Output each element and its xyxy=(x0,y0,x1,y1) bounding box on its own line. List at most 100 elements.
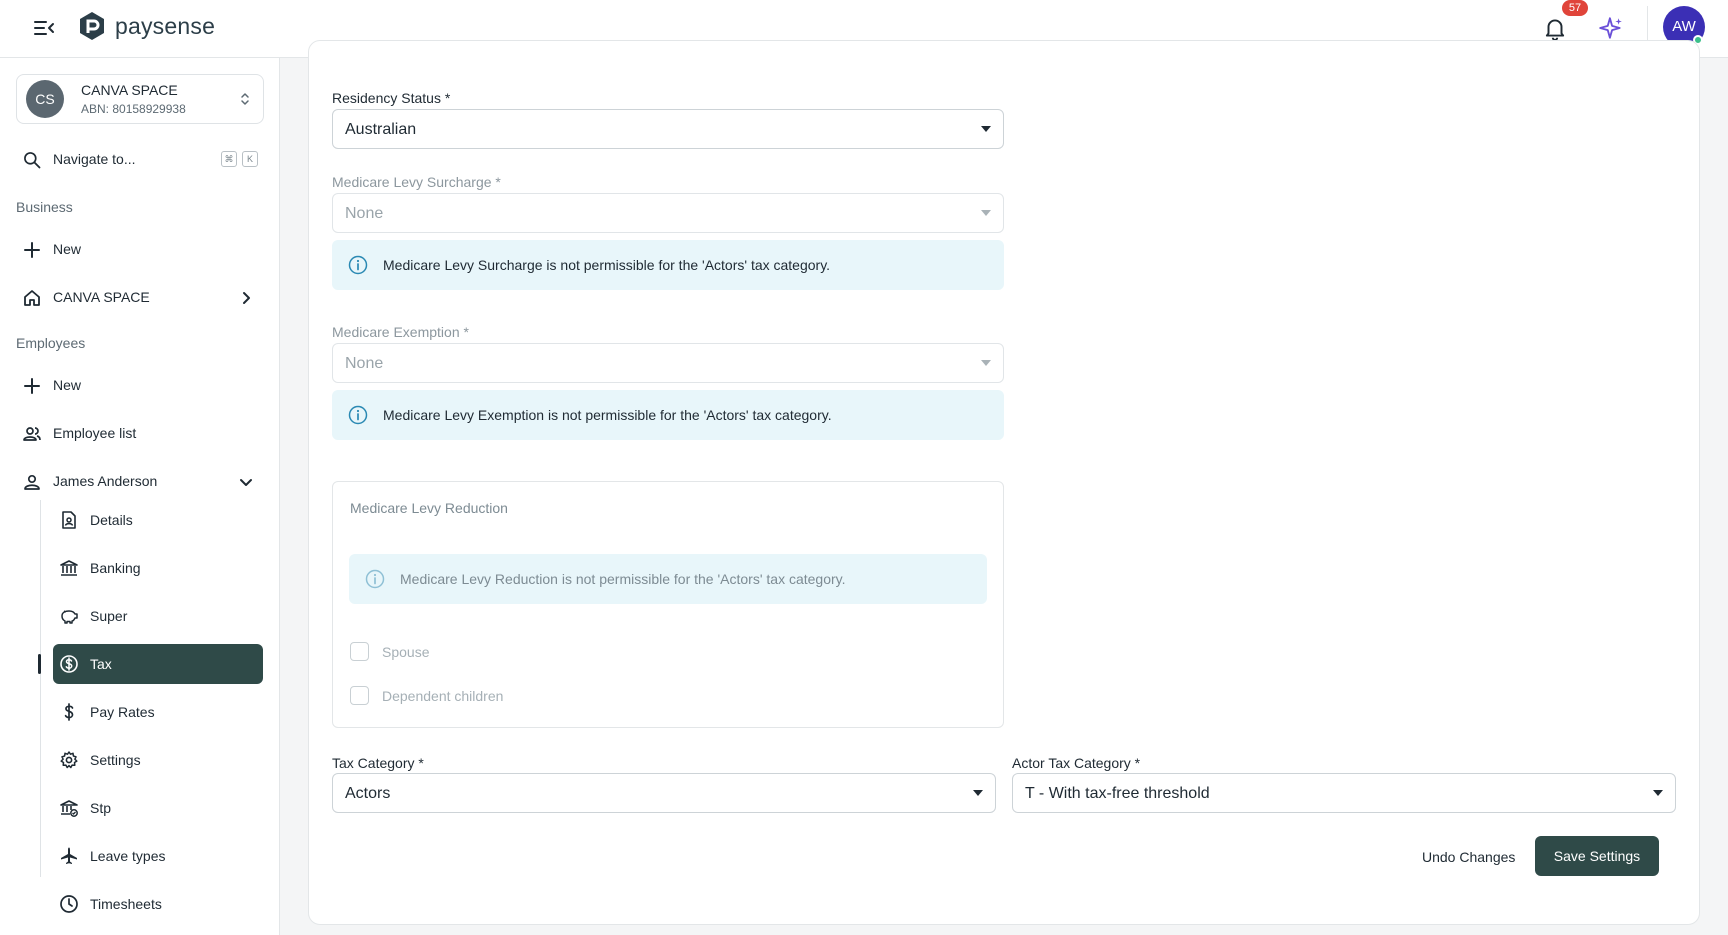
tax-category-value: Actors xyxy=(345,785,391,802)
medicare-surcharge-label: Medicare Levy Surcharge * xyxy=(332,174,501,190)
dependents-checkbox xyxy=(350,686,369,705)
notification-count-badge: 57 xyxy=(1562,0,1588,16)
spouse-checkbox xyxy=(350,642,369,661)
people-icon xyxy=(23,427,41,441)
nav-business-org-label: CANVA SPACE xyxy=(53,289,150,305)
residency-status-label: Residency Status * xyxy=(332,90,451,106)
exemption-info-text: Medicare Levy Exemption is not permissib… xyxy=(383,407,832,423)
paysense-logo-icon xyxy=(80,12,104,40)
surcharge-info-text: Medicare Levy Surcharge is not permissib… xyxy=(383,257,831,273)
bell-icon[interactable] xyxy=(1542,15,1568,41)
ai-sparkle-icon[interactable] xyxy=(1598,15,1624,41)
reduction-info-alert: Medicare Levy Reduction is not permissib… xyxy=(349,554,987,604)
subnav-stp-label: Stp xyxy=(90,800,112,816)
section-employees: Employees xyxy=(16,335,86,351)
caret-down-icon xyxy=(981,360,991,366)
nav-employee-name: James Anderson xyxy=(53,473,158,489)
nav-new-business[interactable]: New xyxy=(22,237,262,263)
subnav-pay-rates-label: Pay Rates xyxy=(90,704,155,720)
dependents-label: Dependent children xyxy=(382,688,504,704)
submenu-active-indicator xyxy=(38,654,41,674)
residency-status-value: Australian xyxy=(345,121,417,138)
caret-down-icon xyxy=(1653,790,1663,796)
document-person-icon xyxy=(62,511,76,529)
home-icon xyxy=(24,290,40,306)
subnav-settings-label: Settings xyxy=(90,752,141,768)
org-switcher[interactable]: CS CANVA SPACE ABN: 80158929938 xyxy=(16,74,264,124)
brand-logo[interactable]: paysense xyxy=(78,11,215,41)
subnav-leave-types[interactable]: Leave types xyxy=(53,836,263,876)
dollar-icon xyxy=(64,703,74,721)
person-icon xyxy=(24,474,40,490)
chevron-right-icon xyxy=(243,292,250,304)
subnav-pay-rates[interactable]: Pay Rates xyxy=(53,692,263,732)
bank-icon xyxy=(60,560,78,576)
caret-down-icon xyxy=(981,210,991,216)
plus-icon xyxy=(24,378,40,394)
residency-status-select[interactable]: Australian xyxy=(332,109,1004,149)
navigate-search-label: Navigate to... xyxy=(53,151,136,167)
nav-new-employee[interactable]: New xyxy=(22,373,262,399)
nav-employee-current[interactable]: James Anderson xyxy=(22,469,262,495)
subnav-banking[interactable]: Banking xyxy=(53,548,263,588)
caret-down-icon xyxy=(981,126,991,132)
nav-new-employee-label: New xyxy=(53,377,82,393)
actor-tax-category-value: T - With tax-free threshold xyxy=(1025,785,1210,802)
nav-employee-list[interactable]: Employee list xyxy=(22,421,262,447)
subnav-stp[interactable]: Stp xyxy=(53,788,263,828)
medicare-surcharge-value: None xyxy=(345,205,384,222)
org-abn: ABN: 80158929938 xyxy=(81,102,186,116)
section-business: Business xyxy=(16,199,73,215)
tax-category-label: Tax Category * xyxy=(332,755,424,771)
brand-name: paysense xyxy=(115,12,216,39)
surcharge-info-alert: Medicare Levy Surcharge is not permissib… xyxy=(332,240,1004,290)
search-icon xyxy=(24,152,41,169)
save-settings-button[interactable]: Save Settings xyxy=(1535,836,1659,876)
medicare-exemption-value: None xyxy=(345,355,384,372)
medicare-levy-reduction-group: Medicare Levy Reduction Medicare Levy Re… xyxy=(332,481,1004,728)
plus-icon xyxy=(24,242,40,258)
subnav-leave-types-label: Leave types xyxy=(90,848,166,864)
bank-check-icon xyxy=(60,800,78,817)
menu-collapse-icon[interactable] xyxy=(32,16,56,40)
subnav-details[interactable]: Details xyxy=(53,500,263,540)
submenu-rail xyxy=(40,500,41,877)
clock-icon xyxy=(60,895,78,913)
tax-category-select[interactable]: Actors xyxy=(332,773,996,813)
subnav-super[interactable]: Super xyxy=(53,596,263,636)
navigate-search[interactable]: Navigate to... ⌘ K xyxy=(22,148,262,172)
nav-employee-list-label: Employee list xyxy=(53,425,137,441)
info-icon xyxy=(365,569,385,589)
caret-down-icon xyxy=(973,790,983,796)
subnav-tax[interactable]: Tax xyxy=(53,644,263,684)
medicare-exemption-select: None xyxy=(332,343,1004,383)
actor-tax-category-select[interactable]: T - With tax-free threshold xyxy=(1012,773,1676,813)
spouse-label: Spouse xyxy=(382,644,430,660)
nav-business-org[interactable]: CANVA SPACE xyxy=(22,285,262,311)
exemption-info-alert: Medicare Levy Exemption is not permissib… xyxy=(332,390,1004,440)
undo-changes-button[interactable]: Undo Changes xyxy=(1412,837,1525,877)
dollar-circle-icon xyxy=(60,655,78,673)
medicare-surcharge-select: None xyxy=(332,193,1004,233)
airplane-icon xyxy=(61,847,77,864)
medicare-exemption-label: Medicare Exemption * xyxy=(332,324,469,340)
actor-tax-category-label: Actor Tax Category * xyxy=(1012,755,1141,771)
subnav-settings[interactable]: Settings xyxy=(53,740,263,780)
org-name: CANVA SPACE xyxy=(81,82,178,98)
sidebar: CS CANVA SPACE ABN: 80158929938 Navigate… xyxy=(0,58,280,935)
subnav-banking-label: Banking xyxy=(90,560,141,576)
info-icon xyxy=(348,405,368,425)
gear-icon xyxy=(60,751,78,769)
kbd-command: ⌘ xyxy=(221,151,237,167)
subnav-tax-label: Tax xyxy=(90,656,112,672)
subnav-details-label: Details xyxy=(90,512,133,528)
subnav-super-label: Super xyxy=(90,608,128,624)
chevron-up-down-icon xyxy=(241,93,249,105)
reduction-info-text: Medicare Levy Reduction is not permissib… xyxy=(400,571,846,587)
info-icon xyxy=(348,255,368,275)
subnav-timesheets[interactable]: Timesheets xyxy=(53,884,263,924)
nav-new-business-label: New xyxy=(53,241,82,257)
medicare-levy-reduction-title: Medicare Levy Reduction xyxy=(350,500,508,516)
org-avatar: CS xyxy=(26,80,64,118)
subnav-timesheets-label: Timesheets xyxy=(90,896,162,912)
